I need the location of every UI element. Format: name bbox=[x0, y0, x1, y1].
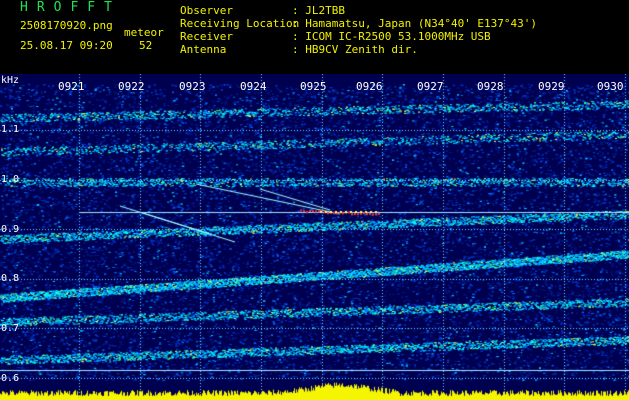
antenna-key: Antenna bbox=[180, 43, 227, 56]
time-tick-0925: 0925 bbox=[300, 80, 327, 93]
observer-key: Observer bbox=[180, 4, 233, 17]
freq-tick-0.7: 0.7 bbox=[1, 323, 20, 334]
time-tick-0927: 0927 bbox=[417, 80, 444, 93]
filename-label: 2508170920.png bbox=[20, 19, 113, 32]
freq-tick-1.0: 1.0 bbox=[1, 174, 20, 185]
app-logo: HROFFT bbox=[20, 0, 121, 15]
freq-tick-0.9: 0.9 bbox=[1, 224, 20, 235]
count-label: 52 bbox=[139, 39, 153, 52]
antenna-value: : HB9CV Zenith dir. bbox=[292, 43, 418, 56]
freq-tick-0.8: 0.8 bbox=[1, 273, 20, 284]
freq-tick-0.6: 0.6 bbox=[1, 373, 20, 384]
receiver-value: : ICOM IC-R2500 53.1000MHz USB bbox=[292, 30, 491, 43]
header-panel: HROFFT 2508170920.png meteor 25.08.17 09… bbox=[0, 0, 629, 74]
datetime-label: 25.08.17 09:20 bbox=[20, 39, 113, 52]
observer-value: : JL2TBB bbox=[292, 4, 345, 17]
freq-unit-label: kHz bbox=[1, 75, 20, 86]
time-tick-0923: 0923 bbox=[179, 80, 206, 93]
spectrogram-canvas bbox=[0, 74, 629, 400]
time-tick-0921: 0921 bbox=[58, 80, 85, 93]
time-tick-0930: 0930 bbox=[597, 80, 624, 93]
mode-label: meteor bbox=[124, 26, 164, 39]
time-tick-0928: 0928 bbox=[477, 80, 504, 93]
location-value: : Hamamatsu, Japan (N34°40' E137°43') bbox=[292, 17, 538, 30]
location-key: Receiving Location bbox=[180, 17, 300, 30]
time-tick-0922: 0922 bbox=[118, 80, 145, 93]
time-tick-0926: 0926 bbox=[356, 80, 383, 93]
freq-tick-1.1: 1.1 bbox=[1, 124, 20, 135]
time-tick-0929: 0929 bbox=[538, 80, 565, 93]
time-tick-0924: 0924 bbox=[240, 80, 267, 93]
receiver-key: Receiver bbox=[180, 30, 233, 43]
